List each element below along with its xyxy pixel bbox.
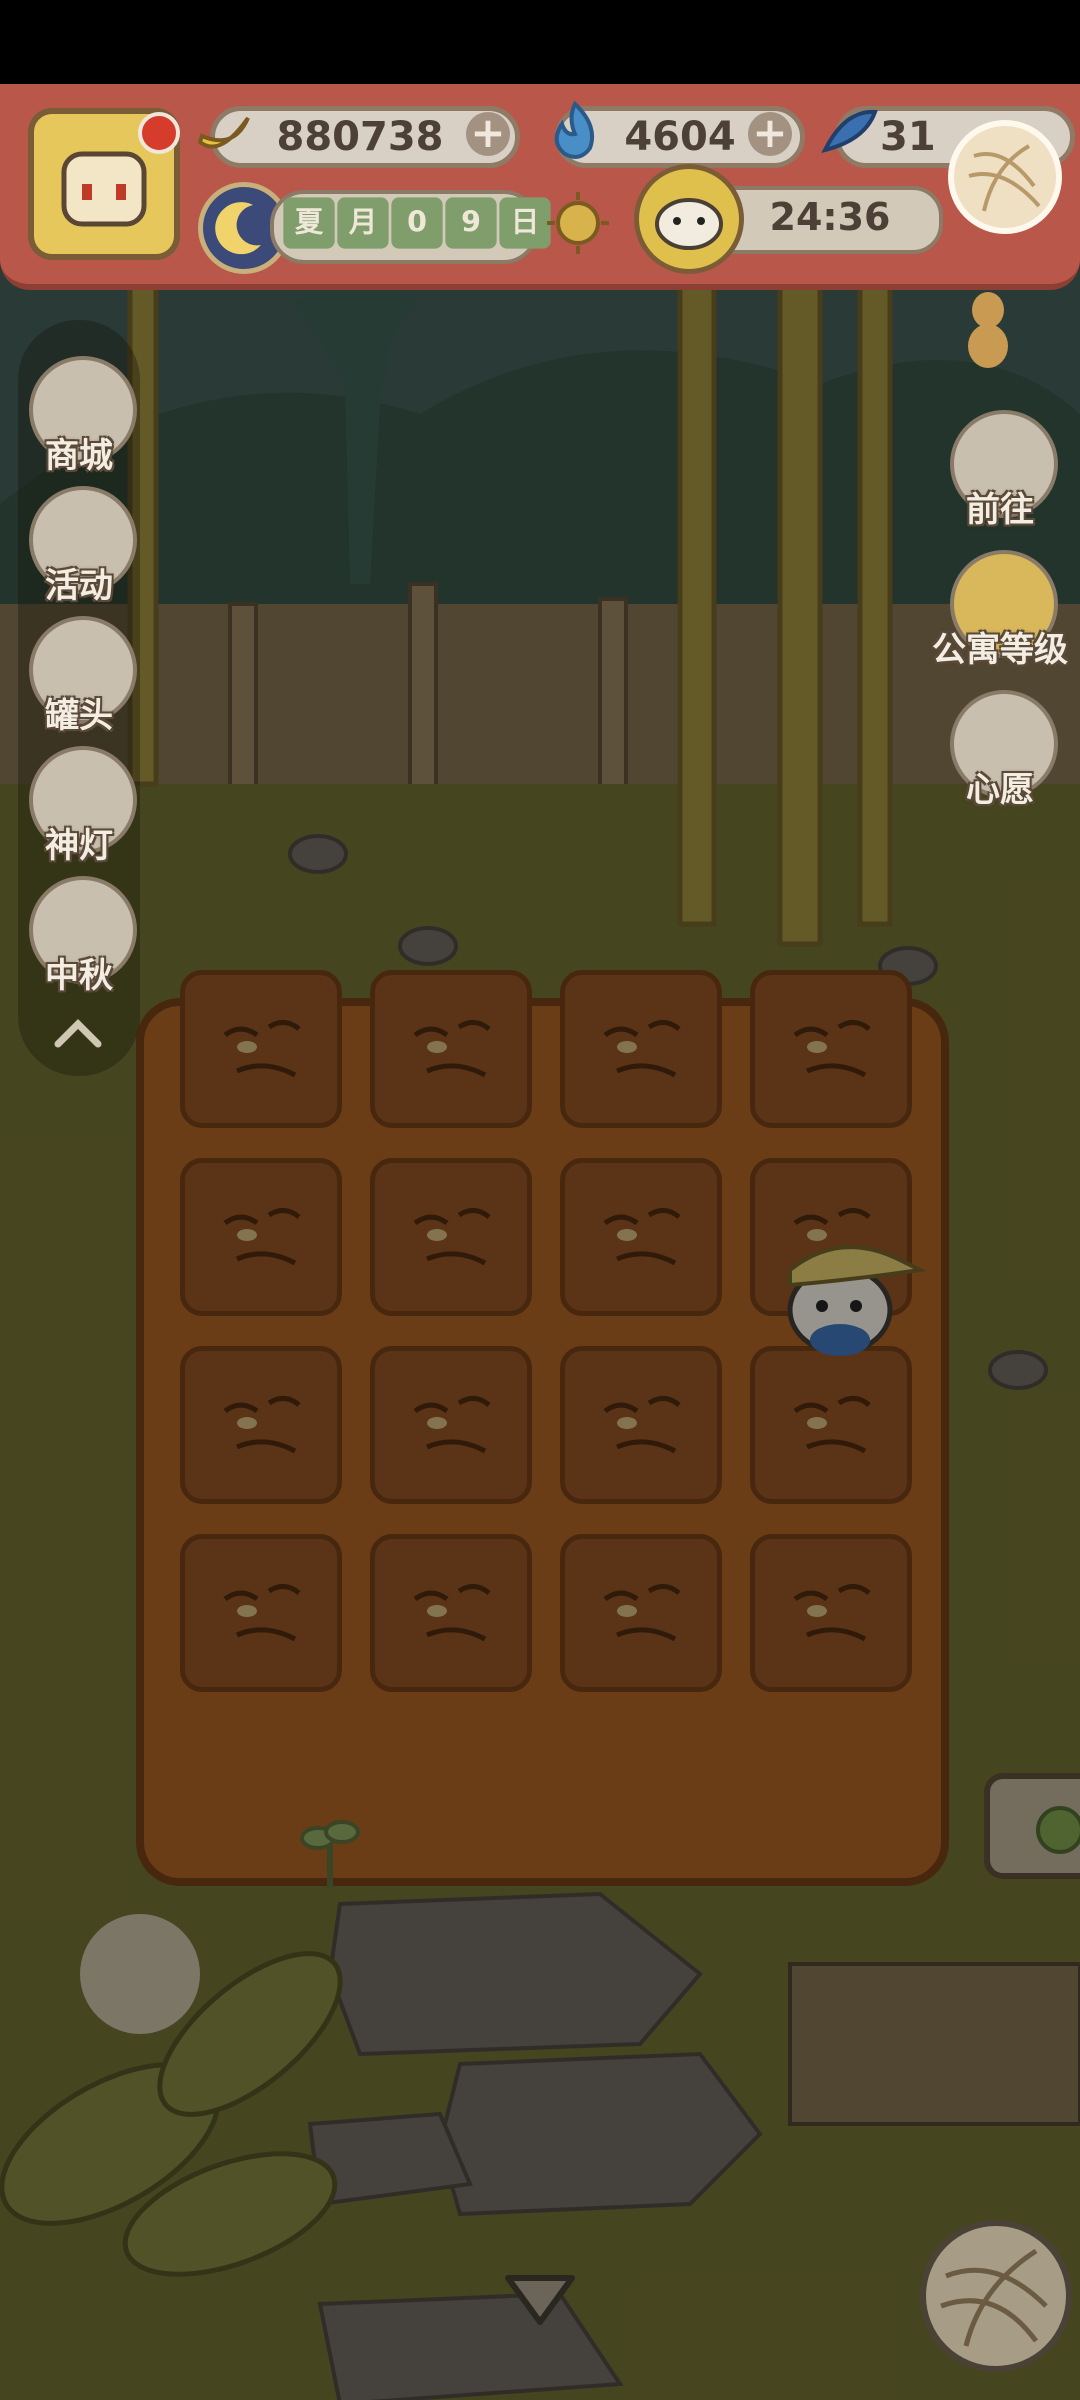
menu-item-shop[interactable]: 商城 [14, 356, 144, 476]
menu-item-mid-autumn[interactable]: 中秋 [14, 876, 144, 996]
menu-label: 心愿 [966, 770, 1034, 810]
menu-item-wish[interactable]: 心愿 [930, 690, 1070, 810]
menu-label: 神灯 [45, 826, 113, 866]
menu-item-apartment-level[interactable]: 公寓等级 [920, 550, 1080, 670]
blue-fish-icon [815, 100, 885, 170]
cat-bowl-icon[interactable] [634, 164, 744, 274]
banana-icon [190, 100, 256, 166]
menu-label: 罐头 [45, 696, 113, 736]
menu-label: 商城 [45, 436, 113, 476]
sun-weather-icon [545, 190, 611, 256]
date-char: 日 [499, 197, 551, 249]
menu-label: 中秋 [45, 956, 113, 996]
banana-value: 880738 [276, 114, 444, 160]
hanging-gourd-icon [960, 280, 1016, 370]
date-chars: 夏 月 0 9 日 [282, 196, 552, 250]
expand-panel-triangle-down-icon[interactable] [500, 2270, 580, 2330]
date-char: 0 [391, 197, 443, 249]
yarn-ball-button[interactable] [920, 2220, 1072, 2372]
menu-label: 前往 [966, 490, 1034, 530]
dim-overlay [0, 84, 1080, 2400]
flame-value: 4604 [624, 114, 736, 160]
date-char: 月 [337, 197, 389, 249]
menu-label: 活动 [45, 566, 113, 606]
notification-dot [138, 112, 180, 154]
add-flame-button[interactable]: + [748, 112, 792, 156]
collapse-menu-chevron-up-icon[interactable] [50, 1012, 106, 1052]
timer-value: 24:36 [769, 195, 891, 239]
menu-item-go-to[interactable]: 前往 [930, 410, 1070, 530]
date-char: 夏 [283, 197, 335, 249]
menu-label: 公寓等级 [932, 630, 1068, 670]
menu-item-cans[interactable]: 罐头 [14, 616, 144, 736]
menu-item-lamp[interactable]: 神灯 [14, 746, 144, 866]
add-banana-button[interactable]: + [466, 112, 510, 156]
status-bar [0, 0, 1080, 84]
yarn-ball-icon[interactable] [948, 120, 1062, 234]
menu-item-events[interactable]: 活动 [14, 486, 144, 606]
date-char: 9 [445, 197, 497, 249]
